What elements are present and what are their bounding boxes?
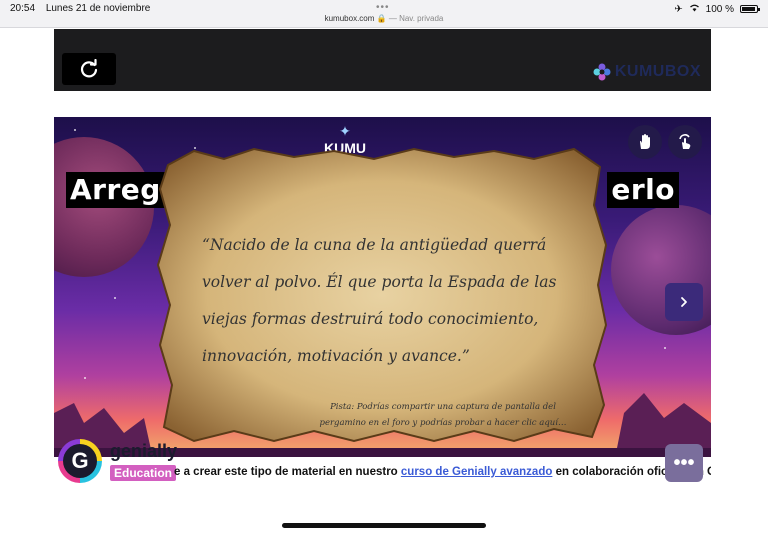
tap-icon	[679, 134, 691, 149]
battery-icon	[740, 5, 760, 13]
multitask-dots-icon[interactable]: •••	[376, 2, 390, 13]
next-button[interactable]	[665, 283, 703, 321]
kumubox-brand[interactable]: KUMUBOX	[593, 63, 701, 81]
airplane-icon: ✈	[674, 3, 683, 15]
headline-left: Arreg	[66, 172, 165, 208]
headline-right: erlo	[607, 172, 679, 208]
status-time: 20:54	[10, 3, 36, 14]
parchment-hint[interactable]: Pista: Podrías compartir una captura de …	[312, 399, 574, 431]
kumubox-logo-icon	[593, 63, 611, 81]
genially-wordmark: genially	[110, 441, 178, 461]
parchment-quote: “Nacido de la cuna de la antigüedad quer…	[202, 236, 557, 365]
rocket-icon: ✦	[339, 123, 351, 139]
status-bar: 20:54 Lunes 21 de noviembre ••• kumubox.…	[0, 0, 768, 28]
status-date: Lunes 21 de noviembre	[45, 3, 151, 14]
battery-percent: 100 %	[705, 3, 734, 15]
top-toolbar: KUMUBOX	[54, 29, 711, 91]
more-dots-icon: •••	[673, 451, 695, 474]
banner-text-before: e a crear este tipo de material en nuest…	[174, 466, 401, 478]
status-right: ✈ 100 %	[674, 3, 760, 15]
parchment[interactable]: “Nacido de la cuna de la antigüedad quer…	[154, 145, 610, 445]
kumubox-wordmark: KUMUBOX	[614, 63, 701, 80]
genially-scene: ✦ KUMU Arreg erlo “Nacido de la cuna de …	[54, 117, 711, 487]
hand-button[interactable]	[628, 125, 662, 159]
home-indicator[interactable]	[282, 523, 486, 528]
education-badge: Education	[110, 465, 177, 481]
reload-button[interactable]	[62, 53, 116, 85]
more-options-button[interactable]: •••	[665, 444, 703, 482]
hand-icon	[640, 134, 650, 149]
touch-button[interactable]	[668, 125, 702, 159]
chevron-right-icon	[681, 297, 687, 307]
course-link[interactable]: curso de Genially avanzado	[401, 466, 552, 478]
private-mode-label: — Nav. privada	[388, 14, 444, 23]
wifi-icon	[689, 3, 700, 15]
lock-icon: 🔒	[376, 14, 387, 23]
banner-text: e a crear este tipo de material en nuest…	[174, 466, 711, 478]
status-left: 20:54 Lunes 21 de noviembre	[10, 3, 158, 14]
address-url: kumubox.com	[324, 14, 375, 23]
genially-logo-icon[interactable]: G	[58, 439, 102, 483]
address-bar[interactable]: kumubox.com 🔒 — Nav. privada	[0, 14, 768, 23]
reload-icon	[80, 59, 98, 78]
